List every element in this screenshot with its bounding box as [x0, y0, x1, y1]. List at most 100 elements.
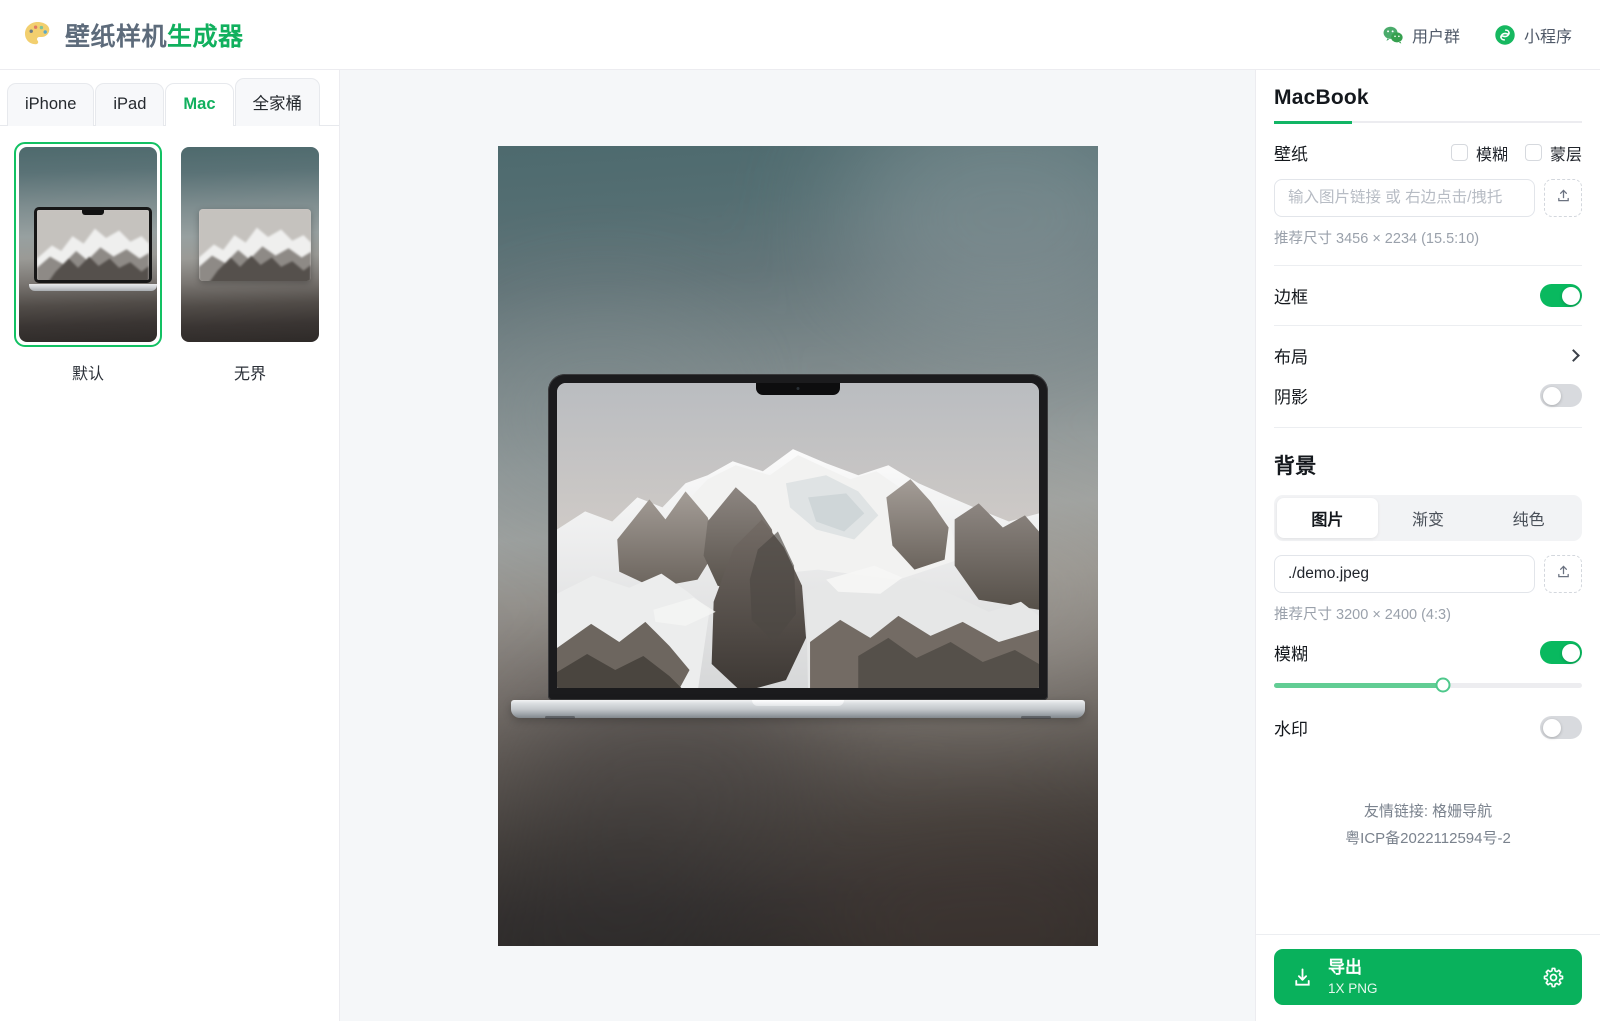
shadow-label: 阴影: [1274, 388, 1308, 407]
shadow-section: 阴影: [1274, 368, 1582, 408]
device-tabs: iPhone iPad Mac 全家桶: [0, 70, 339, 126]
background-input-row: [1274, 555, 1582, 593]
background-type-segmented: 图片 渐变 纯色: [1274, 495, 1582, 541]
mockup-style-list: 默认 无界: [0, 126, 339, 384]
settings-scroll: MacBook 壁纸 模糊 蒙层 输入图片链接 或 右边点击/拽托 推荐尺寸 3…: [1256, 70, 1600, 934]
friend-link[interactable]: 友情链接: 格姗导航: [1274, 798, 1582, 825]
app-body: iPhone iPad Mac 全家桶 默认 无界 MacBook 壁纸 模糊 …: [0, 70, 1600, 1021]
download-icon: [1291, 966, 1314, 989]
panel-header: MacBook: [1274, 70, 1582, 124]
thumb-photo: [37, 210, 149, 280]
wallpaper-photo: [556, 382, 1039, 688]
checkbox-box[interactable]: [1450, 144, 1468, 161]
wechat-icon: [1382, 24, 1404, 46]
border-toggle[interactable]: [1540, 284, 1582, 307]
background-blur-toggle[interactable]: [1540, 641, 1582, 664]
mockup-stage[interactable]: [497, 145, 1098, 946]
tab-ipad[interactable]: iPad: [95, 83, 165, 126]
macbook-foot-left: [544, 715, 575, 719]
wallpaper-checkboxes: 模糊 蒙层: [1450, 141, 1582, 165]
wallpaper-mask-label: 蒙层: [1549, 146, 1582, 164]
border-row: 边框: [1274, 283, 1582, 308]
app-root: 壁纸样机生成器 用户群 小程序 iPhone iPad Mac 全家桶 默认 无…: [0, 0, 1600, 1021]
header-link-usergroup[interactable]: 用户群: [1382, 23, 1460, 47]
export-texts: 导出 1X PNG: [1328, 958, 1528, 996]
miniprogram-icon: [1494, 24, 1516, 46]
wallpaper-input-row: [1274, 179, 1582, 217]
thumb-macbook: [29, 207, 157, 291]
wallpaper-url-input[interactable]: [1274, 179, 1535, 217]
upload-icon: [1555, 187, 1572, 209]
watermark-toggle[interactable]: [1540, 716, 1582, 739]
tab-iphone[interactable]: iPhone: [7, 83, 95, 126]
brand-title-main: 壁纸样机: [65, 22, 168, 51]
macbook-lid: [547, 373, 1048, 700]
app-header: 壁纸样机生成器 用户群 小程序: [0, 0, 1600, 70]
wallpaper-blur-label: 模糊: [1475, 146, 1508, 164]
export-format-label: 1X PNG: [1328, 980, 1378, 996]
background-blur-label: 模糊: [1274, 645, 1308, 664]
panel-footer: 友情链接: 格姗导航 粤ICP备2022112594号-2: [1274, 798, 1582, 852]
header-link-miniprogram[interactable]: 小程序: [1494, 23, 1572, 47]
mockup-style-default-frame: [14, 142, 162, 347]
shadow-row: 阴影: [1274, 383, 1582, 408]
checkbox-box[interactable]: [1524, 144, 1542, 161]
watermark-row: 水印: [1274, 715, 1582, 740]
wallpaper-blur-checkbox[interactable]: 模糊: [1450, 141, 1508, 165]
palette-icon: [22, 20, 54, 50]
header-link-usergroup-label: 用户群: [1411, 28, 1460, 46]
left-sidebar: iPhone iPad Mac 全家桶 默认 无界: [0, 70, 340, 1021]
preview-canvas-area: [340, 70, 1255, 1021]
export-button[interactable]: 导出 1X PNG: [1274, 949, 1582, 1005]
background-type-gradient[interactable]: 渐变: [1378, 498, 1479, 538]
wallpaper-header-row: 壁纸 模糊 蒙层: [1274, 140, 1582, 165]
mockup-style-default-label: 默认: [71, 366, 104, 383]
chevron-right-icon: [1567, 349, 1580, 362]
slider-fill: [1274, 682, 1444, 688]
layout-section: 布局: [1274, 326, 1582, 368]
header-links: 用户群 小程序: [1382, 23, 1572, 47]
brand-title-accent: 生成器: [167, 22, 244, 51]
macbook-notch-icon: [755, 382, 840, 395]
background-type-image[interactable]: 图片: [1277, 498, 1378, 538]
border-label: 边框: [1274, 288, 1308, 307]
macbook-mockup: [510, 373, 1085, 719]
mockup-style-borderless[interactable]: 无界: [176, 142, 324, 384]
slider-thumb[interactable]: [1435, 677, 1451, 693]
mockup-style-borderless-preview: [181, 147, 319, 342]
background-type-solid[interactable]: 纯色: [1478, 498, 1579, 538]
upload-icon: [1555, 563, 1572, 585]
icp-link[interactable]: 粤ICP备2022112594号-2: [1274, 825, 1582, 852]
mockup-style-default-preview: [19, 147, 157, 342]
shadow-toggle[interactable]: [1540, 384, 1582, 407]
wallpaper-label: 壁纸: [1274, 145, 1308, 164]
background-upload-button[interactable]: [1544, 555, 1582, 593]
thumb-borderless-screen: [199, 209, 311, 281]
background-title: 背景: [1274, 455, 1317, 478]
mockup-style-default[interactable]: 默认: [14, 142, 162, 384]
background-blur-slider[interactable]: [1274, 677, 1582, 693]
thumb-notch-icon: [82, 210, 104, 215]
layout-row[interactable]: 布局: [1274, 343, 1582, 368]
thumb-photo: [199, 209, 311, 281]
brand: 壁纸样机生成器: [22, 17, 244, 53]
wallpaper-mask-checkbox[interactable]: 蒙层: [1524, 141, 1582, 165]
export-label: 导出: [1328, 957, 1362, 977]
border-section: 边框: [1274, 266, 1582, 308]
mockup-style-borderless-label: 无界: [233, 366, 266, 383]
page-title: 壁纸样机生成器: [65, 17, 244, 53]
panel-title-underline: [1274, 121, 1582, 124]
tab-all-devices[interactable]: 全家桶: [234, 78, 321, 126]
layout-label: 布局: [1274, 348, 1308, 367]
wallpaper-upload-button[interactable]: [1544, 179, 1582, 217]
macbook-base: [510, 699, 1085, 719]
tab-mac[interactable]: Mac: [165, 83, 234, 126]
export-bar: 导出 1X PNG: [1256, 934, 1600, 1021]
slider-track[interactable]: [1274, 677, 1582, 693]
gear-icon[interactable]: [1542, 966, 1565, 989]
background-url-input[interactable]: [1274, 555, 1535, 593]
panel-title: MacBook: [1274, 86, 1369, 109]
thumb-base: [29, 284, 157, 291]
macbook-foot-right: [1020, 715, 1051, 719]
mockup-style-borderless-frame: [176, 142, 324, 347]
